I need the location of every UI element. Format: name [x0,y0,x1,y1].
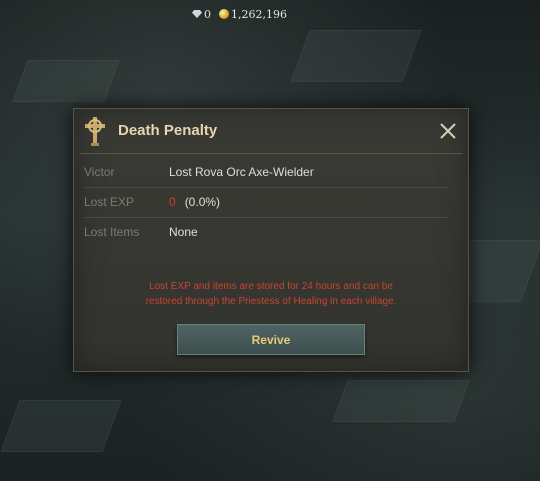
recovery-notice: Lost EXP and items are stored for 24 hou… [104,279,438,309]
dialog-header: Death Penalty [74,109,468,153]
lost-exp-row: Lost EXP 0 (0.0%) [84,187,448,217]
gem-icon [192,10,202,18]
lost-items-label: Lost Items [84,225,140,239]
revive-button[interactable]: Revive [177,324,365,355]
close-icon[interactable] [438,121,458,141]
cross-emblem-icon [85,117,105,146]
currency-bar: 0 1,262,196 [192,6,287,22]
gem-counter: 0 [192,8,211,21]
lost-exp-label: Lost EXP [84,195,135,209]
victor-value: Lost Rova Orc Axe-Wielder [169,165,314,179]
lost-items-row: Lost Items None [84,217,448,247]
lost-exp-percent: (0.0%) [184,195,221,209]
revive-label: Revive [251,332,291,347]
dialog-title: Death Penalty [118,122,218,139]
gem-count: 0 [204,7,211,21]
header-divider [80,153,462,154]
lost-items-value: None [169,225,198,239]
lost-exp-amount: 0 [169,195,176,209]
floor-tile [290,30,422,82]
floor-tile [332,380,470,422]
gold-count: 1,262,196 [231,7,287,21]
floor-tile [12,60,120,102]
floor-tile [0,400,122,452]
notice-line-1: Lost EXP and items are stored for 24 hou… [149,281,393,292]
gold-coin-icon [219,9,229,19]
victor-row: Victor Lost Rova Orc Axe-Wielder [84,157,448,187]
death-penalty-dialog: Death Penalty Victor Lost Rova Orc Axe-W… [73,108,469,372]
victor-label: Victor [84,165,115,179]
gold-counter: 1,262,196 [219,8,287,21]
notice-line-2: restored through the Priestess of Healin… [145,296,397,307]
